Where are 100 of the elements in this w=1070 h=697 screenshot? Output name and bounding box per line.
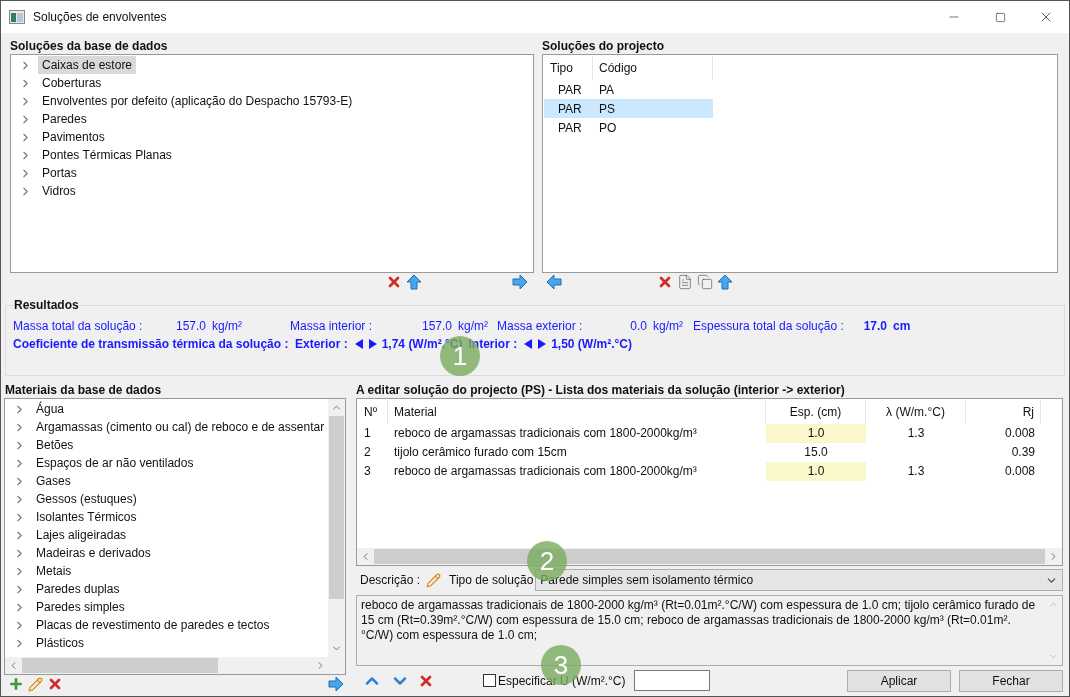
table-cell-text: 0.008 bbox=[1003, 425, 1036, 442]
tree-item[interactable]: Envolventes por defeito (aplicação do Despacho 15793-E) bbox=[38, 92, 357, 110]
right-arrow-icon[interactable] bbox=[328, 676, 344, 692]
left-arrow-icon[interactable] bbox=[546, 274, 562, 290]
delete-icon[interactable] bbox=[47, 676, 63, 692]
delete-icon[interactable] bbox=[386, 274, 402, 290]
pencil-icon[interactable] bbox=[426, 572, 442, 588]
tree-item[interactable]: Argamassas (cimento ou cal) de reboco e de assentar bbox=[32, 418, 328, 436]
tree-item[interactable]: Caixas de estore bbox=[38, 56, 137, 74]
up-arrow-icon[interactable] bbox=[406, 274, 422, 290]
pencil-icon[interactable] bbox=[28, 676, 43, 692]
vertical-scrollbar[interactable] bbox=[328, 399, 345, 657]
interior-value: 1,50 (W/m².°C) bbox=[551, 336, 632, 353]
tree-item[interactable]: Pavimentos bbox=[38, 128, 109, 146]
tree-item[interactable]: Gases bbox=[32, 472, 75, 490]
tree-item[interactable]: Paredes bbox=[38, 110, 91, 128]
solution-type-dropdown[interactable]: Parede simples sem isolamento térmico bbox=[535, 569, 1063, 591]
table-cell-text: 3 bbox=[363, 463, 372, 480]
table-cell[interactable]: 1.0 bbox=[766, 424, 866, 443]
field-value: 0.0 bbox=[629, 318, 647, 335]
table-cell-text: reboco de argamassas tradicionais com 1800-2000kg/m³ bbox=[393, 425, 698, 442]
panel-title: Soluções do projecto bbox=[542, 39, 665, 54]
copy-icon[interactable] bbox=[697, 274, 713, 290]
checkbox[interactable] bbox=[483, 674, 496, 687]
description-label: Descrição : bbox=[360, 572, 421, 589]
table-cell-text: 15.0 bbox=[803, 444, 829, 461]
panel-title: Soluções da base de dados bbox=[10, 39, 169, 54]
field-unit: kg/m² bbox=[212, 318, 242, 335]
tree-item[interactable]: Pontes Térmicas Planas bbox=[38, 146, 176, 164]
tree-item[interactable]: Placas de revestimento de paredes e tectos bbox=[32, 616, 274, 634]
table-cell-text: tijolo cerâmico furado com 15cm bbox=[393, 444, 568, 461]
tree-item[interactable]: Lajes aligeiradas bbox=[32, 526, 131, 544]
table-cell-text: PA bbox=[598, 81, 615, 99]
table-cell[interactable]: 1.0 bbox=[766, 462, 866, 481]
table-row[interactable]: PAR PA bbox=[544, 80, 713, 99]
coefficient-label: Coeficiente de transmissão térmica da solução : bbox=[13, 336, 290, 353]
tree-item[interactable]: Paredes duplas bbox=[32, 580, 124, 598]
field-label: Massa total da solução : bbox=[13, 318, 144, 335]
table-cell-text: PO bbox=[598, 119, 617, 137]
column-header[interactable]: Material bbox=[388, 400, 766, 424]
column-header[interactable]: Nº bbox=[358, 400, 388, 424]
right-triangle-icon[interactable] bbox=[538, 339, 547, 349]
field-value: 157.0 bbox=[420, 318, 452, 335]
table-cell-text: 2 bbox=[363, 444, 372, 461]
right-triangle-icon[interactable] bbox=[368, 339, 377, 349]
table-row[interactable]: PAR PS bbox=[544, 99, 713, 118]
up-arrow-icon[interactable] bbox=[717, 274, 733, 290]
right-arrow-icon[interactable] bbox=[512, 274, 528, 290]
table-cell-text: 0.008 bbox=[1003, 463, 1036, 480]
document-icon[interactable] bbox=[677, 274, 693, 290]
tree-item[interactable]: Isolantes Térmicos bbox=[32, 508, 141, 526]
tree-item[interactable]: Paredes simples bbox=[32, 598, 129, 616]
maximize-icon bbox=[994, 11, 1006, 23]
table-cell-text: 1.3 bbox=[906, 463, 926, 480]
table-cell-text: PAR bbox=[557, 100, 583, 118]
table-row[interactable]: PAR PO bbox=[544, 118, 713, 137]
solution-type-label: Tipo de solução bbox=[449, 572, 534, 589]
tree-item[interactable]: Vidros bbox=[38, 182, 80, 200]
tree-item[interactable]: Betões bbox=[32, 436, 78, 454]
u-value-field[interactable] bbox=[634, 670, 711, 691]
column-header[interactable]: λ (W/m.°C) bbox=[866, 400, 966, 424]
column-header[interactable]: Tipo bbox=[544, 56, 593, 80]
app-icon bbox=[9, 10, 25, 24]
field-unit: kg/m² bbox=[653, 318, 683, 335]
table-cell-text: 1.3 bbox=[906, 425, 926, 442]
dialog-button[interactable]: Fechar bbox=[959, 669, 1063, 692]
tree-item[interactable]: Água bbox=[32, 400, 69, 418]
field-value: 157.0 bbox=[174, 318, 206, 335]
table-cell-text: reboco de argamassas tradicionais com 1800-2000kg/m³ bbox=[393, 463, 698, 480]
field-value: 17.0 bbox=[862, 318, 887, 335]
tree-item[interactable]: Gessos (estuques) bbox=[32, 490, 141, 508]
field-label: Massa exterior : bbox=[497, 318, 583, 335]
panel-title: Materiais da base de dados bbox=[4, 383, 163, 398]
dialog-button[interactable]: Aplicar bbox=[847, 669, 951, 692]
table-cell-text: PS bbox=[598, 100, 615, 118]
table-cell-text: PAR bbox=[557, 119, 583, 137]
left-triangle-icon[interactable] bbox=[524, 339, 533, 349]
table-cell-text: 1 bbox=[363, 425, 372, 442]
horizontal-scrollbar[interactable] bbox=[5, 657, 345, 674]
field-unit: kg/m² bbox=[458, 318, 488, 335]
delete-icon[interactable] bbox=[657, 274, 673, 290]
field-label: Espessura total da solução : bbox=[693, 318, 845, 335]
tree-item[interactable]: Coberturas bbox=[38, 74, 106, 92]
tree-item[interactable]: Madeiras e derivados bbox=[32, 544, 155, 562]
interior-label: Interior : bbox=[468, 336, 518, 353]
table-cell-text: 0.39 bbox=[1010, 444, 1036, 461]
exterior-label: Exterior : bbox=[295, 336, 348, 353]
field-unit: cm bbox=[893, 318, 911, 335]
left-triangle-icon[interactable] bbox=[354, 339, 363, 349]
column-header[interactable]: Rj bbox=[966, 400, 1041, 424]
group-title: Resultados bbox=[13, 298, 80, 312]
add-icon[interactable] bbox=[8, 676, 24, 692]
table-cell-text: PAR bbox=[557, 81, 583, 99]
tree-item[interactable]: Portas bbox=[38, 164, 81, 182]
column-header[interactable]: Código bbox=[593, 56, 713, 80]
tree-item[interactable]: Plásticos bbox=[32, 634, 89, 652]
tree-item[interactable]: Espaços de ar não ventilados bbox=[32, 454, 198, 472]
field-label: Massa interior : bbox=[290, 318, 372, 335]
panel-title: A editar solução do projecto (PS) - Lista dos materiais da solução (interior -> exterior) bbox=[356, 383, 846, 398]
tree-item[interactable]: Metais bbox=[32, 562, 76, 580]
